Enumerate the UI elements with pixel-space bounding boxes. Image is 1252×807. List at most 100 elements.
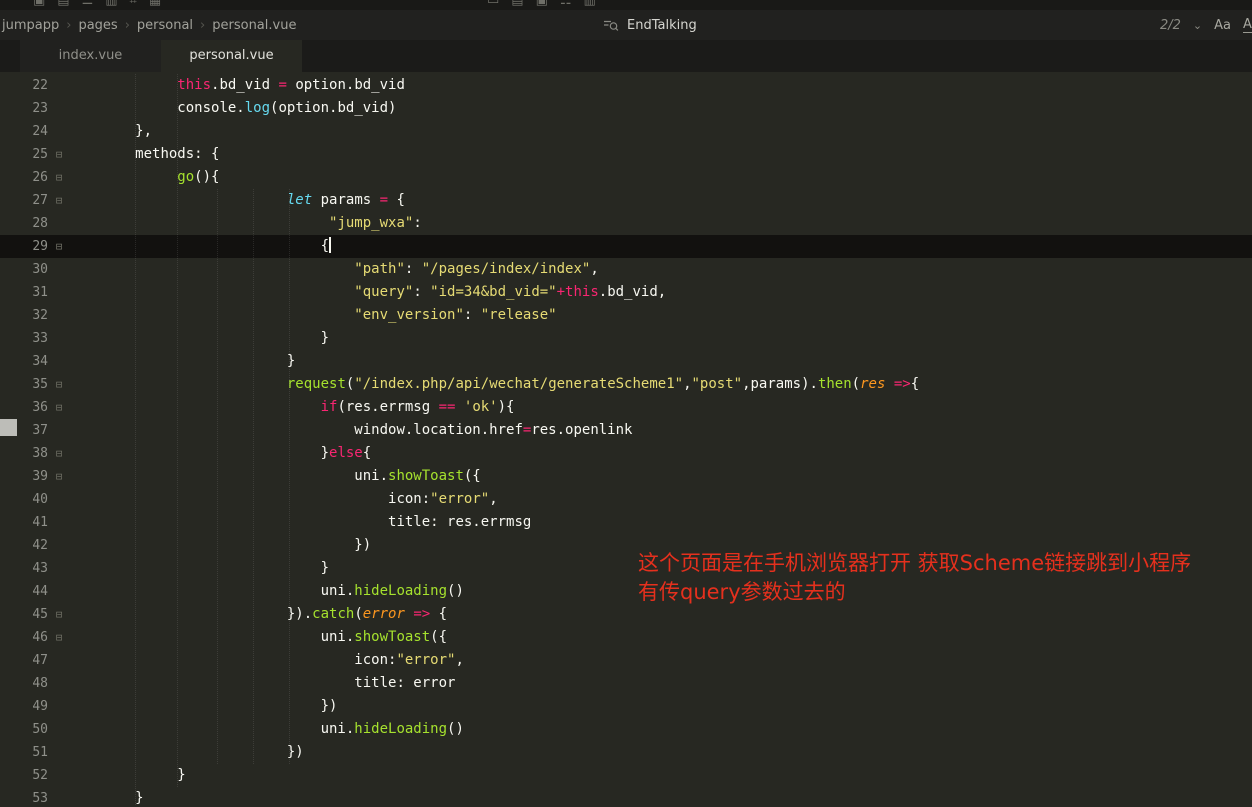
line-number: 45 xyxy=(32,607,48,622)
fold-toggle-icon[interactable]: ⊟ xyxy=(48,442,70,465)
code-line-49[interactable]: 49 }) xyxy=(0,695,1252,718)
fold-toggle-icon[interactable]: ⊟ xyxy=(48,166,70,189)
breadcrumb-item[interactable]: pages xyxy=(78,18,117,33)
line-number: 46 xyxy=(32,630,48,645)
code-line-42[interactable]: 42 }) xyxy=(0,534,1252,557)
code-token: title: error xyxy=(354,675,456,691)
code-line-37[interactable]: 37 window.location.href=res.openlink xyxy=(0,419,1252,442)
code-token: } xyxy=(135,790,144,806)
code-token: , xyxy=(590,261,599,277)
code-token: uni. xyxy=(320,721,355,737)
breadcrumb-item[interactable]: personal xyxy=(137,18,193,33)
toolbar-icon[interactable]: ☰ xyxy=(82,0,94,8)
code-line-27[interactable]: 27 ⊟ let params = { xyxy=(0,189,1252,212)
breadcrumb-separator-icon: › xyxy=(66,17,72,33)
fold-toggle-icon[interactable]: ⊟ xyxy=(48,235,70,258)
code-line-52[interactable]: 52 } xyxy=(0,764,1252,787)
fold-toggle-icon[interactable]: ⊟ xyxy=(48,603,70,626)
code-editor-window: ▣ ▤ ☰ ▥ ⌗ ▦ ▭ ▤ ▣ ☷ ▥ jumpapp › pages › personal › pers… xyxy=(0,0,1252,807)
line-number: 42 xyxy=(32,538,48,553)
code-line-33[interactable]: 33 } xyxy=(0,327,1252,350)
code-token: "post" xyxy=(691,376,743,392)
toolbar-icon[interactable]: ▥ xyxy=(584,0,596,8)
code-line-47[interactable]: 47 icon:"error", xyxy=(0,649,1252,672)
code-token: ( xyxy=(851,376,861,392)
code-token: ){ xyxy=(497,399,515,415)
code-line-40[interactable]: 40 icon:"error", xyxy=(0,488,1252,511)
toolbar-icon[interactable]: ▣ xyxy=(536,0,548,8)
code-line-50[interactable]: 50 uni.hideLoading() xyxy=(0,718,1252,741)
code-line-43[interactable]: 43 } xyxy=(0,557,1252,580)
toolbar-icon[interactable]: ▥ xyxy=(105,0,117,8)
search-query[interactable]: EndTalking xyxy=(627,18,697,33)
code-line-53[interactable]: 53 } xyxy=(0,787,1252,807)
code-text: } xyxy=(70,350,295,373)
code-token: ({ xyxy=(463,468,481,484)
code-line-23[interactable]: 23 console.log(option.bd_vid) xyxy=(0,97,1252,120)
code-token: = xyxy=(379,192,389,208)
tab-personal-vue[interactable]: personal.vue xyxy=(161,40,302,72)
breadcrumb-item[interactable]: jumpapp xyxy=(2,18,59,33)
code-line-46[interactable]: 46 ⊟ uni.showToast({ xyxy=(0,626,1252,649)
code-line-36[interactable]: 36 ⊟ if(res.errmsg == 'ok'){ xyxy=(0,396,1252,419)
code-token: ,params). xyxy=(742,376,818,392)
code-line-48[interactable]: 48 title: error xyxy=(0,672,1252,695)
fold-toggle-icon[interactable]: ⊟ xyxy=(48,626,70,649)
tab-index-vue[interactable]: index.vue xyxy=(20,40,161,72)
code-line-32[interactable]: 32 "env_version": "release" xyxy=(0,304,1252,327)
editor[interactable]: 22 this.bd_vid = option.bd_vid 23 console… xyxy=(0,72,1252,807)
code-text: icon:"error", xyxy=(70,649,464,672)
fold-toggle-icon[interactable]: ⊟ xyxy=(48,465,70,488)
code-line-31[interactable]: 31 "query": "id=34&bd_vid="+this.bd_vid, xyxy=(0,281,1252,304)
search-filter-icon[interactable] xyxy=(603,17,619,33)
code-line-29[interactable]: 29 ⊟ { xyxy=(0,235,1252,258)
code-text: uni.showToast({ xyxy=(70,465,481,488)
toolbar-icon[interactable]: ☷ xyxy=(560,0,572,8)
code-line-26[interactable]: 26 ⊟ go(){ xyxy=(0,166,1252,189)
code-line-51[interactable]: 51 }) xyxy=(0,741,1252,764)
code-line-38[interactable]: 38 ⊟ }else{ xyxy=(0,442,1252,465)
code-text: } xyxy=(70,764,185,787)
fold-toggle-icon[interactable]: ⊟ xyxy=(48,143,70,166)
code-line-28[interactable]: 28 "jump_wxa": xyxy=(0,212,1252,235)
code-token: } xyxy=(320,445,330,461)
fold-toggle-icon[interactable]: ⊟ xyxy=(48,373,70,396)
code-line-22[interactable]: 22 this.bd_vid = option.bd_vid xyxy=(0,74,1252,97)
code-text: }, xyxy=(70,120,152,143)
code-line-25[interactable]: 25 ⊟ methods: { xyxy=(0,143,1252,166)
fold-toggle-icon[interactable]: ⊟ xyxy=(48,189,70,212)
code-token: "id=34&bd_vid=" xyxy=(430,284,557,300)
chevron-down-icon[interactable]: ⌄ xyxy=(1193,19,1202,32)
code-line-41[interactable]: 41 title: res.errmsg xyxy=(0,511,1252,534)
breadcrumb-item[interactable]: personal.vue xyxy=(212,18,296,33)
toolbar-icon[interactable]: ▦ xyxy=(149,0,161,8)
code-token: , xyxy=(489,491,498,507)
match-case-button[interactable]: Aa xyxy=(1214,18,1231,33)
toolbar-icon[interactable]: ▣ xyxy=(33,0,45,8)
code-token: .bd_vid xyxy=(211,77,279,93)
code-token: log xyxy=(244,100,271,116)
code-line-44[interactable]: 44 uni.hideLoading() xyxy=(0,580,1252,603)
code-token: "path" xyxy=(354,261,405,277)
code-line-39[interactable]: 39 ⊟ uni.showToast({ xyxy=(0,465,1252,488)
code-line-24[interactable]: 24 }, xyxy=(0,120,1252,143)
toolbar-icon[interactable]: ⌗ xyxy=(130,0,137,8)
code-line-34[interactable]: 34 } xyxy=(0,350,1252,373)
whole-word-button[interactable]: Ab xyxy=(1243,17,1252,33)
fold-toggle-icon[interactable]: ⊟ xyxy=(48,396,70,419)
toolbar-icon[interactable]: ▭ xyxy=(487,0,499,8)
code-line-30[interactable]: 30 "path": "/pages/index/index", xyxy=(0,258,1252,281)
code-line-35[interactable]: 35 ⊟ request ("/index.php/api/wechat/gener… xyxy=(0,373,1252,396)
toolbar-icon[interactable]: ▤ xyxy=(57,0,69,8)
code-token: () xyxy=(447,721,464,737)
code-token: }) xyxy=(354,537,372,553)
line-number: 29 xyxy=(32,239,48,254)
toolbar-icon[interactable]: ▤ xyxy=(511,0,523,8)
code-line-45[interactable]: 45 ⊟ }).catch(error => { xyxy=(0,603,1252,626)
code-token: }). xyxy=(286,606,313,622)
line-number: 39 xyxy=(32,469,48,484)
